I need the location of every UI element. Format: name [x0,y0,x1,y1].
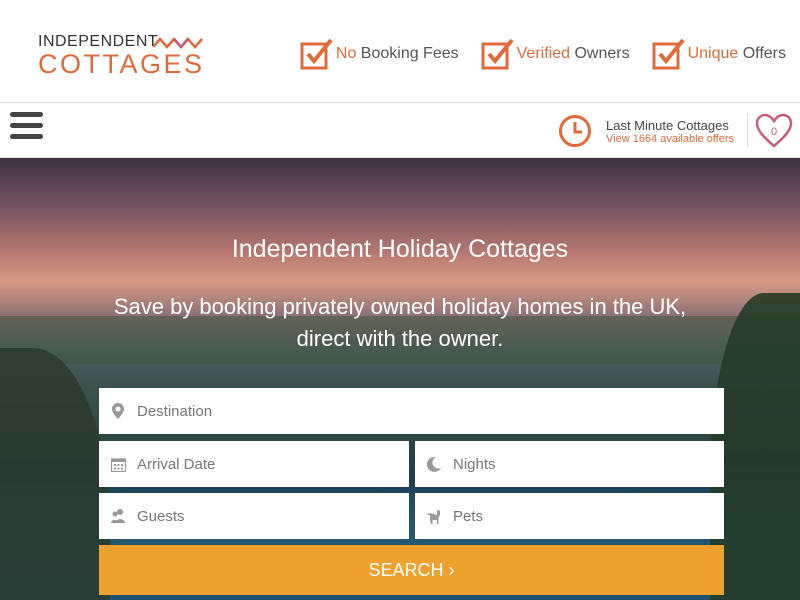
usp-verified-owners: Verified Owners [481,38,630,70]
favourites-count: 0 [770,126,778,138]
usp-text: Owners [570,45,630,62]
destination-field[interactable] [99,388,724,434]
hamburger-icon[interactable] [10,112,43,142]
last-minute-offers[interactable]: View 1664 available offers [606,133,734,145]
hero-title: Independent Holiday Cottages [231,235,569,263]
calendar-icon [99,457,137,472]
last-minute-link[interactable]: Last Minute Cottages View 1664 available… [558,114,734,148]
favourites-button[interactable]: 0 [755,113,793,151]
usp-text: Offers [738,45,786,62]
search-button[interactable]: SEARCH › [99,545,724,595]
guests-icon [99,508,137,524]
check-box-icon [652,38,685,70]
map-pin-icon [99,403,137,419]
clock-icon [559,115,591,147]
usp-unique-offers: Unique Offers [652,38,786,70]
pets-field[interactable] [415,493,724,539]
site-header: INDEPENDENT COTTAGES No Booking Fees Ver… [0,0,800,103]
usp-list: No Booking Fees Verified Owners Unique O… [300,38,786,70]
hero-subtitle: Save by booking privately owned holiday … [113,294,687,351]
pets-input[interactable] [453,507,724,525]
dog-icon [415,508,453,524]
usp-highlight: Unique [687,45,739,62]
moon-icon [415,456,453,472]
usp-no-booking-fees: No Booking Fees [300,38,459,70]
guests-field[interactable] [99,493,409,539]
check-box-icon [481,38,514,70]
guests-input[interactable] [137,507,409,525]
hero-background-cliff-left [0,348,110,600]
nights-input[interactable] [453,455,724,473]
usp-highlight: Verified [516,45,570,62]
usp-highlight: No [335,45,357,62]
check-box-icon [300,38,333,70]
site-logo[interactable]: INDEPENDENT COTTAGES [38,33,208,83]
arrival-date-field[interactable] [99,441,409,487]
nights-field[interactable] [415,441,724,487]
logo-zigzag-icon [153,37,203,49]
arrival-date-input[interactable] [137,455,409,473]
logo-text-bottom: COTTAGES [38,49,205,79]
usp-text: Booking Fees [356,45,459,62]
hero-banner: Independent Holiday Cottages Save by boo… [0,158,800,600]
nav-divider [747,113,748,147]
destination-input[interactable] [137,402,724,420]
nav-bar: Last Minute Cottages View 1664 available… [0,103,800,158]
last-minute-title: Last Minute Cottages [606,117,729,133]
